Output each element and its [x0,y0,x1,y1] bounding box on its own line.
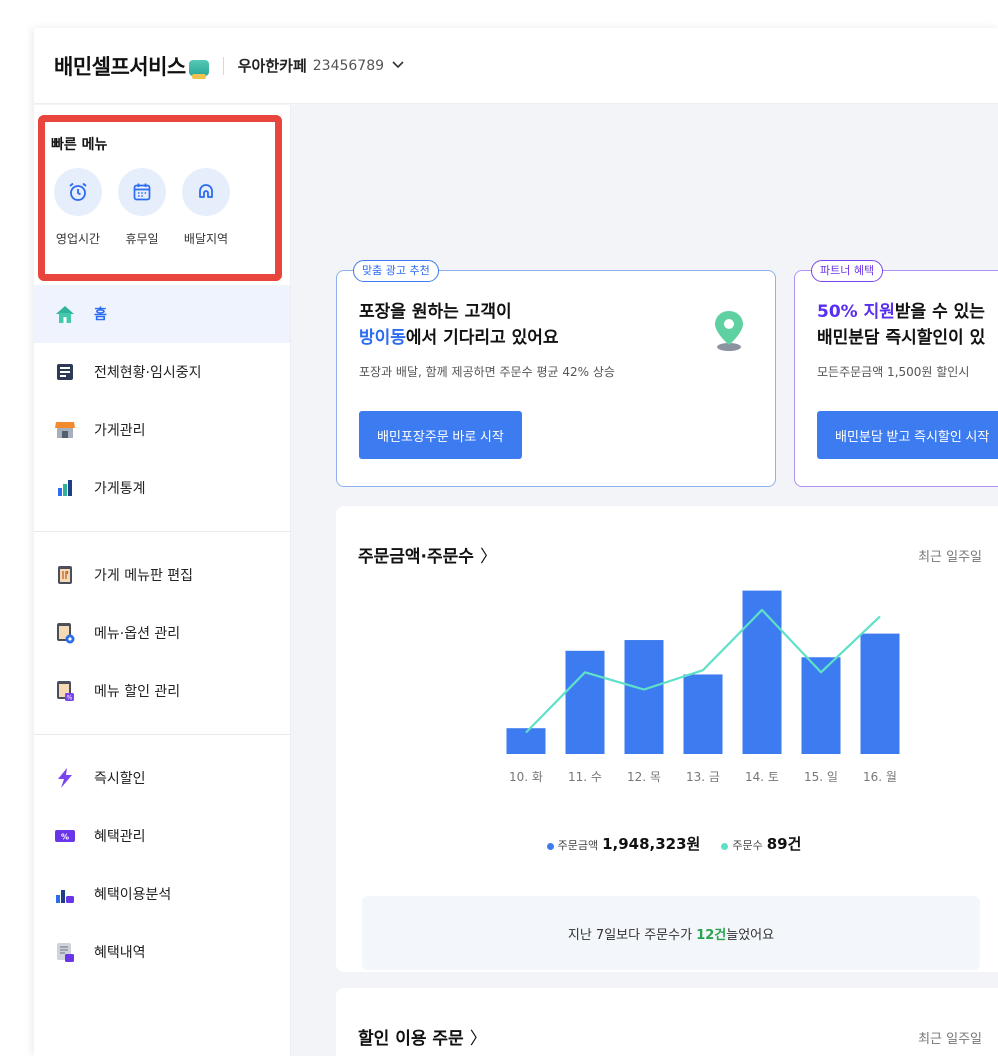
instant-discount-icon [54,767,76,789]
chart-legend: 주문금액 1,948,323원 주문수 89건 [336,833,998,854]
sidebar-item-label: 가게 메뉴판 편집 [94,568,194,584]
chart-bar[interactable] [565,650,605,754]
chart-bar[interactable] [860,633,900,754]
quick-menu-title: 빠른 메뉴 [51,137,108,153]
period-label: 최근 일주일 [918,1032,982,1047]
ad-card-title: 50% 지원받을 수 있는 배민분담 즉시할인이 있 [817,302,986,348]
ad-card-tag: 맞춤 광고 추천 [353,260,439,282]
discount-order-card: 할인 이용 주문 〉 최근 일주일 [336,988,998,1056]
sidebar-item-label: 즉시할인 [94,771,146,787]
menu-board-icon [54,564,76,586]
sidebar-item-store-management[interactable]: 가게관리 [34,401,290,459]
x-axis-label: 11. 수 [568,770,602,784]
sidebar-item-benefit-management[interactable]: % 혜택관리 [34,807,290,865]
x-axis-label: 13. 금 [686,770,720,784]
menu-options-icon [54,622,76,644]
status-board-icon [54,361,76,383]
header-divider [222,56,224,75]
count-legend-dot [721,842,729,850]
service-logo[interactable]: 배민셀프서비스 [54,51,186,81]
ad-card-description: 포장과 배달, 함께 제공하면 주문수 평균 42% 상승 [359,365,615,379]
ad-card-tag: 파트너 혜택 [811,260,884,282]
amount-total: 1,948,323원 [602,835,701,853]
quick-item-business-hours[interactable]: 영업시간 [51,168,105,247]
x-axis-label: 12. 목 [627,770,661,784]
sidebar-item-instant-discount[interactable]: 즉시할인 [34,749,290,807]
top-bar: 배민셀프서비스 우아한카페 23456789 [34,28,998,104]
sidebar-item-label: 메뉴·옵션 관리 [94,626,181,642]
count-total: 89건 [766,835,802,853]
sidebar-item-status[interactable]: 전체현황·임시중지 [34,343,290,401]
logo-mascot-icon [188,59,209,79]
order-chart: 10. 화 11. 수 12. 목 13. 금 14. 토 15. 일 16. 월 [506,590,900,784]
sidebar-item-benefit-analysis[interactable]: 혜택이용분석 [34,865,290,923]
chart-bar[interactable] [624,640,664,754]
quick-item-label: 휴무일 [125,232,159,246]
svg-text:%: % [61,833,69,842]
ad-card-partner-benefit[interactable]: 파트너 혜택 50% 지원받을 수 있는 배민분담 즉시할인이 있 모든주문금액… [794,260,998,487]
x-axis-label: 10. 화 [509,770,543,784]
sidebar-item-label: 혜택내역 [94,945,146,961]
quick-item-label: 배달지역 [183,232,229,246]
amount-legend-label: 주문금액 [557,839,599,852]
order-summary-card: 주문금액·주문수 〉 최근 일주일 10. 화 11. 수 12. 목 13. 금 14.… [336,506,998,972]
chart-bar[interactable] [683,674,723,754]
bar-stats-icon [54,477,76,499]
store-icon [54,419,76,441]
sidebar-item-label: 홈 [94,307,107,323]
benefit-manage-icon: % [54,825,76,847]
benefit-analysis-icon [54,883,76,905]
ad-card-description: 모든주문금액 1,500원 할인시 [817,365,970,379]
svg-text:%: % [67,695,73,702]
menu-discount-icon: % [54,680,76,702]
sidebar-item-label: 전체현황·임시중지 [94,365,202,381]
chevron-right-icon: 〉 [469,1029,487,1049]
sidebar-item-home[interactable]: 홈 [34,285,290,343]
sidebar-item-menu-board-edit[interactable]: 가게 메뉴판 편집 [34,546,290,604]
count-legend-label: 주문수 [732,839,763,852]
sidebar-item-label: 가게통계 [94,481,146,497]
chart-bar[interactable] [742,590,782,754]
store-id[interactable]: 23456789 [313,58,384,74]
map-pin-icon [711,309,747,357]
sidebar-item-label: 혜택이용분석 [94,887,172,903]
discount-card-title[interactable]: 할인 이용 주문 〉 [358,1024,487,1049]
sidebar-item-store-stats[interactable]: 가게통계 [34,459,290,517]
sidebar-item-benefit-history[interactable]: 혜택내역 [34,923,290,981]
sidebar-divider [34,734,290,735]
x-axis-label: 14. 토 [745,770,779,784]
app-window: 배민셀프서비스 우아한카페 23456789 빠른 메뉴 영업시간 휴무일 배달… [34,28,998,1056]
start-instant-discount-button[interactable]: 배민분담 받고 즉시할인 시작 [817,411,998,459]
chevron-down-icon[interactable] [392,58,404,73]
amount-legend-dot [546,842,554,850]
ad-card-takeout[interactable]: 맞춤 광고 추천 포장을 원하는 고객이 방이동에서 기다리고 있어요 포장과 … [336,260,776,487]
ad-card-title: 포장을 원하는 고객이 방이동에서 기다리고 있어요 [359,302,559,348]
quick-item-holidays[interactable]: 휴무일 [115,168,169,247]
sidebar-item-menu-discount[interactable]: % 메뉴 할인 관리 [34,662,290,720]
sidebar-item-label: 가게관리 [94,423,146,439]
home-icon [54,303,76,325]
order-change-summary: 지난 7일보다 주문수가 12건 늘었어요 [362,896,980,970]
sidebar: 빠른 메뉴 영업시간 휴무일 배달지역 홈 전체현황·임시중지 가게관리 가게통… [34,105,291,1056]
x-axis-label: 15. 일 [804,770,838,784]
sidebar-nav: 홈 전체현황·임시중지 가게관리 가게통계 가게 메뉴판 편집 메뉴·옵션 관리… [34,285,290,981]
quick-menu: 빠른 메뉴 영업시간 휴무일 배달지역 [38,115,282,281]
sidebar-item-label: 메뉴 할인 관리 [94,684,181,700]
alarm-clock-icon [54,168,102,216]
sidebar-item-menu-options[interactable]: 메뉴·옵션 관리 [34,604,290,662]
start-takeout-button[interactable]: 배민포장주문 바로 시작 [359,411,522,459]
quick-item-delivery-area[interactable]: 배달지역 [179,168,233,247]
sidebar-divider [34,531,290,532]
delivery-area-icon [182,168,230,216]
store-name[interactable]: 우아한카페 [238,55,307,76]
benefit-history-icon [54,941,76,963]
quick-item-label: 영업시간 [55,232,101,246]
calendar-icon [118,168,166,216]
x-axis-label: 16. 월 [863,770,897,784]
sidebar-item-label: 혜택관리 [94,829,146,845]
